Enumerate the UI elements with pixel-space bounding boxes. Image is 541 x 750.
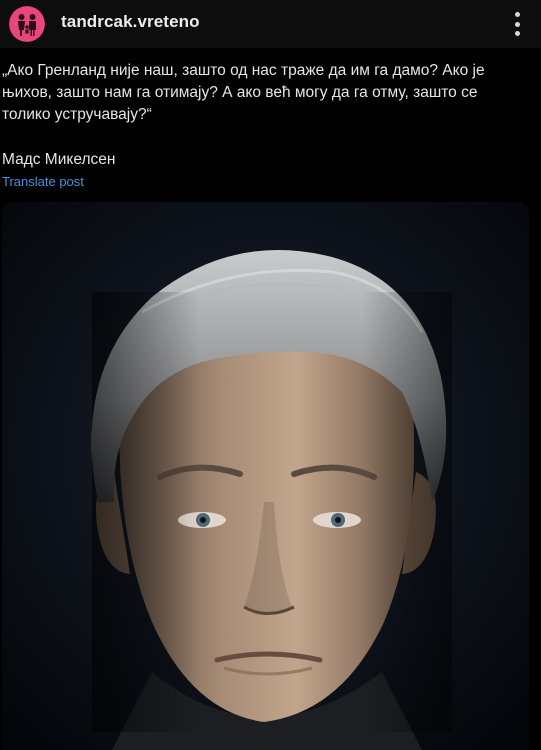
menu-dot [514, 31, 520, 36]
username[interactable]: tandrcak.vreteno [61, 12, 200, 32]
post-header: tandrcak.vreteno [0, 0, 541, 48]
quote-author: Мадс Микелсен [2, 151, 116, 168]
portrait-image [2, 202, 529, 750]
menu-dot [514, 21, 520, 27]
post-image[interactable] [2, 202, 529, 750]
family-silhouette-icon [9, 6, 45, 42]
translate-post-link[interactable]: Translate post [2, 174, 84, 189]
more-vertical-icon[interactable] [511, 11, 523, 37]
menu-dot [514, 12, 520, 17]
avatar[interactable] [9, 6, 45, 42]
post-text: „Ако Гренланд није наш, зашто од нас тра… [2, 62, 485, 123]
